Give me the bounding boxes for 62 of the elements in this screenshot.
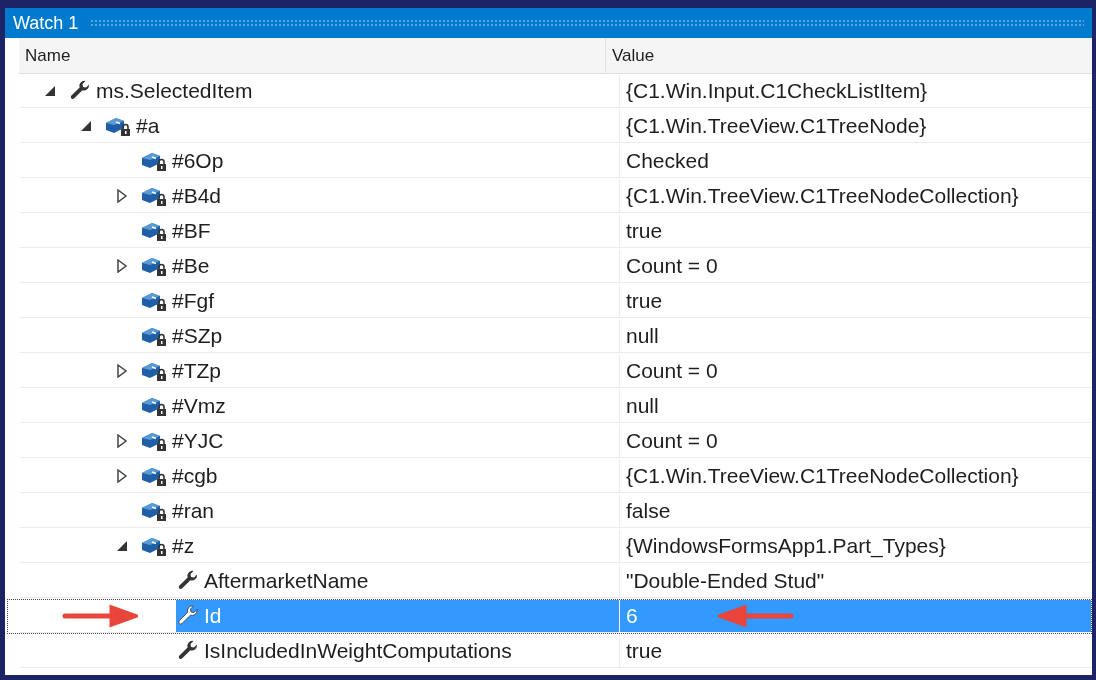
watch-row[interactable]: #Be Count = 0 xyxy=(7,249,1092,284)
window-title: Watch 1 xyxy=(13,11,79,35)
watch-value: true xyxy=(626,288,663,315)
watch-value: {C1.Win.TreeView.C1TreeNodeCollection} xyxy=(626,183,1019,210)
watch-name: #cgb xyxy=(172,463,218,490)
watch-name: IsIncludedInWeightComputations xyxy=(204,638,512,665)
watch-value: {C1.Win.Input.C1CheckListItem} xyxy=(626,78,928,105)
watch-row[interactable]: #YJC Count = 0 xyxy=(7,424,1092,459)
watch-row[interactable]: #ran false xyxy=(7,494,1092,529)
watch-value: null xyxy=(626,393,659,420)
watch-name: #z xyxy=(172,533,195,560)
watch-row[interactable]: #Vmz null xyxy=(7,389,1092,424)
collapsed-triangle-icon[interactable] xyxy=(116,259,128,273)
collapsed-triangle-icon[interactable] xyxy=(116,364,128,378)
watch-name: #Be xyxy=(172,253,210,280)
watch-row[interactable]: ms.SelectedItem {C1.Win.Input.C1CheckListItem} xyxy=(7,74,1092,109)
column-heading[interactable]: Value xyxy=(606,38,1092,73)
watch-value: true xyxy=(626,638,663,665)
watch-row[interactable]: #BF true xyxy=(7,214,1092,249)
collapsed-triangle-icon[interactable] xyxy=(116,434,128,448)
watch-row[interactable]: #Fgf true xyxy=(7,284,1092,319)
watch-name: ms.SelectedItem xyxy=(96,78,253,105)
watch-name: #a xyxy=(136,113,160,140)
watch-row[interactable]: #TZp Count = 0 xyxy=(7,354,1092,389)
collapsed-triangle-icon[interactable] xyxy=(116,189,128,203)
watch-value: 6 xyxy=(626,603,638,630)
watch-name: #YJC xyxy=(172,428,224,455)
watch-name: #TZp xyxy=(172,358,221,385)
watch-value: null xyxy=(626,323,659,350)
wrench-icon xyxy=(176,604,200,628)
watch-value: {C1.Win.TreeView.C1TreeNodeCollection} xyxy=(626,463,1019,490)
expanded-triangle-icon[interactable] xyxy=(80,120,92,132)
watch-row[interactable]: #SZp null xyxy=(7,319,1092,354)
watch-value: Count = 0 xyxy=(626,358,718,385)
watch-name: AftermarketName xyxy=(204,568,369,595)
watch-row[interactable]: #a {C1.Win.TreeView.C1TreeNode} xyxy=(7,109,1092,144)
watch-value: Checked xyxy=(626,148,709,175)
watch-row[interactable]: #6Op Checked xyxy=(7,144,1092,179)
watch-value: Count = 0 xyxy=(626,428,718,455)
watch-value: "Double-Ended Stud" xyxy=(626,568,825,595)
watch-value: {C1.Win.TreeView.C1TreeNode} xyxy=(626,113,927,140)
collapsed-triangle-icon[interactable] xyxy=(116,469,128,483)
watch-value: true xyxy=(626,218,663,245)
watch-row[interactable]: AftermarketName "Double-Ended Stud" xyxy=(7,564,1092,599)
watch-name: #6Op xyxy=(172,148,224,175)
expanded-triangle-icon[interactable] xyxy=(44,85,56,97)
watch-name: #B4d xyxy=(172,183,222,210)
watch-value: {WindowsFormsApp1.Part_Types} xyxy=(626,533,946,560)
expanded-triangle-icon[interactable] xyxy=(116,540,128,552)
watch-row[interactable]: #z {WindowsFormsApp1.Part_Types} xyxy=(7,529,1092,564)
watch-value: false xyxy=(626,498,671,525)
watch-name: #Fgf xyxy=(172,288,215,315)
watch-row[interactable]: #B4d {C1.Win.TreeView.C1TreeNodeCollection} xyxy=(7,179,1092,214)
watch-name: #Vmz xyxy=(172,393,226,420)
watch-row[interactable]: #cgb {C1.Win.TreeView.C1TreeNodeCollection} xyxy=(7,459,1092,494)
watch-value: Count = 0 xyxy=(626,253,718,280)
watch-name: #SZp xyxy=(172,323,223,350)
watch-name: Id xyxy=(204,603,222,630)
column-heading[interactable]: Name xyxy=(19,38,606,73)
watch-name: #ran xyxy=(172,498,215,525)
watch-name: #BF xyxy=(172,218,211,245)
watch-row[interactable]: IsIncludedInWeightComputations true xyxy=(7,634,1092,669)
